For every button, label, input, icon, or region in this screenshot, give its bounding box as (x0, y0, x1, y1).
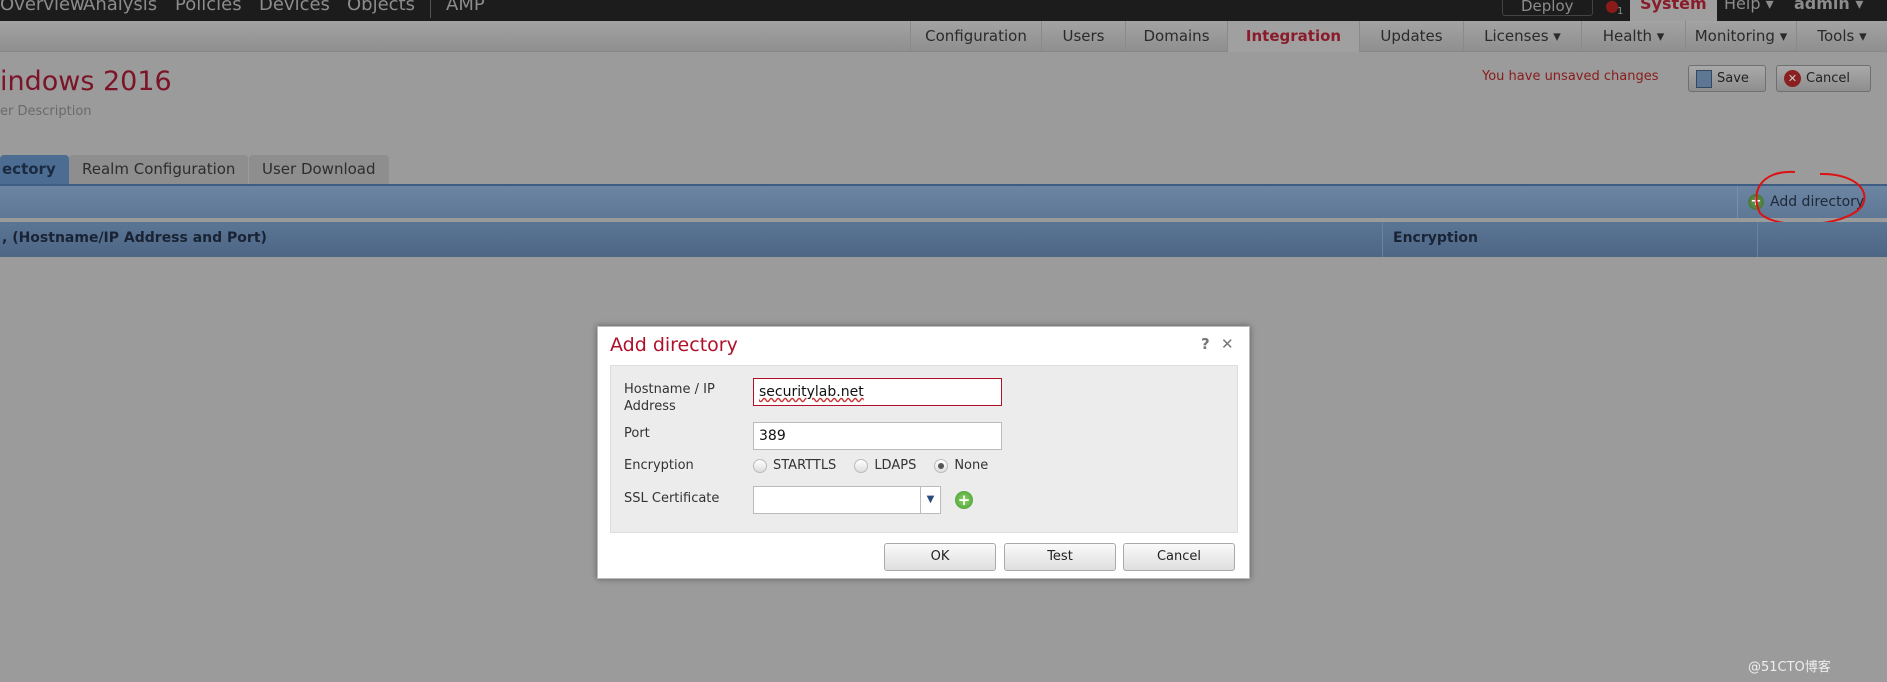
ldaps-label: LDAPS (874, 458, 917, 473)
cancel-button[interactable]: ✕ Cancel (1776, 65, 1871, 92)
save-label: Save (1717, 71, 1749, 86)
save-button[interactable]: Save (1688, 65, 1766, 92)
subnav-integration[interactable]: Integration (1227, 21, 1359, 52)
nav-system[interactable]: System (1630, 0, 1717, 21)
directory-table-header: , (Hostname/IP Address and Port) Encrypt… (0, 222, 1887, 257)
watermark: @51CTO博客 (1748, 660, 1831, 675)
add-directory-dialog: Add directory ? ✕ Hostname / IP Address … (597, 326, 1250, 579)
hostname-input[interactable]: securitylab.net (753, 378, 1002, 406)
column-header-hostname[interactable]: , (Hostname/IP Address and Port) (2, 230, 267, 246)
unsaved-changes-text: You have unsaved changes (1482, 69, 1659, 84)
cancel-label: Cancel (1806, 71, 1851, 86)
ok-button[interactable]: OK (884, 543, 996, 571)
tab-realm-configuration[interactable]: Realm Configuration (69, 155, 249, 184)
radio-starttls[interactable] (753, 458, 767, 473)
starttls-label: STARTTLS (773, 458, 837, 473)
port-label: Port (624, 426, 650, 441)
dialog-form-panel: Hostname / IP Address securitylab.net Po… (610, 365, 1238, 533)
nav-divider (430, 0, 431, 18)
tab-directory[interactable]: ectory (0, 155, 69, 184)
deploy-button[interactable]: Deploy (1502, 0, 1593, 16)
user-menu[interactable]: admin ▾ (1794, 0, 1863, 13)
system-subnav: Configuration Users Domains Integration … (0, 21, 1887, 52)
dialog-cancel-button[interactable]: Cancel (1123, 543, 1235, 571)
tab-user-download[interactable]: User Download (249, 155, 389, 184)
none-label: None (954, 458, 989, 473)
subnav-configuration[interactable]: Configuration (910, 21, 1041, 52)
subnav-health[interactable]: Health ▾ (1581, 21, 1685, 52)
add-certificate-icon[interactable]: + (955, 491, 973, 509)
floppy-disk-icon (1696, 69, 1712, 88)
top-navbar: Overview Analysis Policies Devices Objec… (0, 0, 1887, 21)
nav-overview[interactable]: Overview (0, 0, 85, 15)
ssl-certificate-select[interactable]: ▼ (753, 486, 941, 514)
subnav-domains[interactable]: Domains (1125, 21, 1227, 52)
port-input[interactable]: 389 (753, 422, 1002, 450)
help-icon[interactable]: ? (1201, 335, 1210, 353)
page-title: indows 2016 (0, 66, 172, 97)
hostname-label: Hostname / IP Address (624, 382, 715, 414)
nav-policies[interactable]: Policies (175, 0, 242, 15)
nav-analysis[interactable]: Analysis (83, 0, 157, 15)
subnav-users[interactable]: Users (1041, 21, 1125, 52)
red-annotation-circle (1755, 170, 1866, 226)
radio-none[interactable] (934, 458, 949, 473)
subnav-tools[interactable]: Tools ▾ (1796, 21, 1887, 52)
encryption-radio-group: STARTTLS LDAPS None (753, 458, 988, 473)
alert-count: 1 (1617, 6, 1624, 17)
dialog-title: Add directory (610, 334, 738, 356)
nav-objects[interactable]: Objects (347, 0, 415, 15)
chevron-down-icon[interactable]: ▼ (920, 487, 940, 513)
close-icon[interactable]: ✕ (1221, 335, 1234, 353)
subnav-updates[interactable]: Updates (1359, 21, 1463, 52)
radio-ldaps[interactable] (854, 458, 869, 473)
test-button[interactable]: Test (1004, 543, 1116, 571)
page-description: er Description (0, 104, 92, 119)
nav-amp[interactable]: AMP (446, 0, 485, 15)
column-header-encryption[interactable]: Encryption (1393, 230, 1478, 246)
encryption-label: Encryption (624, 458, 694, 473)
cancel-x-icon: ✕ (1784, 70, 1801, 87)
subnav-monitoring[interactable]: Monitoring ▾ (1685, 21, 1796, 52)
directory-toolbar: + Add directory (0, 170, 1887, 226)
nav-devices[interactable]: Devices (259, 0, 330, 15)
nav-help[interactable]: Help ▾ (1724, 0, 1774, 13)
subnav-licenses[interactable]: Licenses ▾ (1463, 21, 1581, 52)
ssl-certificate-label: SSL Certificate (624, 491, 720, 506)
